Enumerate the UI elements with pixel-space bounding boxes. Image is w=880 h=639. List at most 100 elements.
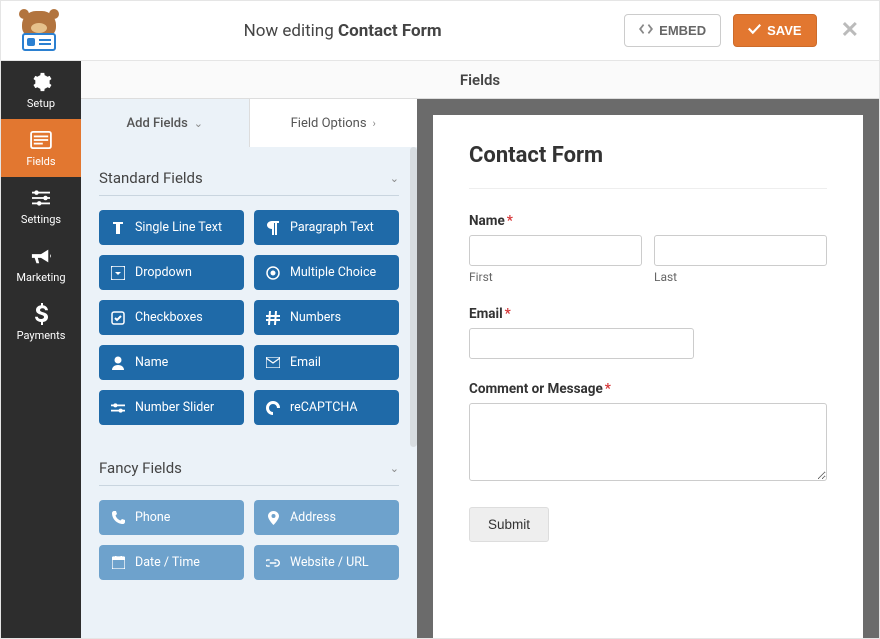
field-date-time[interactable]: Date / Time (99, 545, 244, 580)
editing-title: Now editing Contact Form (73, 21, 612, 41)
last-sublabel: Last (654, 270, 827, 284)
field-label: Number Slider (135, 400, 214, 415)
content-title: Fields (81, 61, 879, 99)
field-numbers[interactable]: Numbers (254, 300, 399, 335)
section-fancy-fields[interactable]: Fancy Fields ⌄ (99, 451, 399, 486)
sidebar-item-setup[interactable]: Setup (1, 61, 81, 119)
email-input[interactable] (469, 328, 694, 359)
field-label: Dropdown (135, 265, 192, 280)
standard-fields-grid: Single Line Text Paragraph Text Dropdown… (99, 210, 399, 425)
field-phone[interactable]: Phone (99, 500, 244, 535)
message-label: Comment or Message* (469, 381, 827, 397)
field-label: Paragraph Text (290, 220, 374, 235)
section-title: Fancy Fields (99, 459, 182, 477)
first-sublabel: First (469, 270, 642, 284)
scrollbar[interactable] (410, 147, 417, 447)
field-label: Date / Time (135, 555, 200, 570)
last-name-input[interactable] (654, 235, 827, 266)
field-name[interactable]: Name (99, 345, 244, 380)
chevron-down-icon: ⌄ (390, 172, 399, 185)
dollar-icon (30, 303, 52, 325)
bullhorn-icon (30, 245, 52, 267)
dropdown-icon (111, 266, 125, 280)
sidebar-item-label: Fields (26, 155, 55, 168)
required-mark: * (507, 213, 513, 229)
field-name-row[interactable]: Name* First Last (469, 213, 827, 284)
field-message-row[interactable]: Comment or Message* (469, 381, 827, 485)
sidebar-item-settings[interactable]: Settings (1, 177, 81, 235)
first-name-input[interactable] (469, 235, 642, 266)
field-paragraph-text[interactable]: Paragraph Text (254, 210, 399, 245)
embed-label: EMBED (659, 23, 706, 38)
field-dropdown[interactable]: Dropdown (99, 255, 244, 290)
section-title: Standard Fields (99, 169, 203, 187)
field-website-url[interactable]: Website / URL (254, 545, 399, 580)
section-standard-fields[interactable]: Standard Fields ⌄ (99, 161, 399, 196)
pin-icon (266, 511, 280, 525)
field-label: Multiple Choice (290, 265, 376, 280)
code-icon (639, 23, 653, 38)
form-preview: Contact Form Name* First Last (433, 115, 863, 638)
submit-button[interactable]: Submit (469, 507, 549, 542)
field-label: reCAPTCHA (290, 400, 358, 415)
save-button[interactable]: SAVE (733, 14, 816, 47)
sidebar-item-fields[interactable]: Fields (1, 119, 81, 177)
sidebar-item-label: Marketing (16, 271, 65, 284)
sidebar-item-label: Payments (17, 329, 66, 342)
close-button[interactable]: ✕ (837, 18, 863, 43)
email-label: Email* (469, 306, 827, 322)
main-area: Setup Fields Settings Marketing Payments… (1, 61, 879, 638)
field-single-line-text[interactable]: Single Line Text (99, 210, 244, 245)
editing-prefix: Now editing (244, 21, 338, 41)
sidebar-item-marketing[interactable]: Marketing (1, 235, 81, 293)
sidebar-item-label: Setup (27, 97, 55, 110)
tab-label: Field Options (291, 116, 367, 131)
preview-canvas: Contact Form Name* First Last (417, 99, 879, 638)
phone-icon (111, 511, 125, 525)
name-subfields: First Last (469, 235, 827, 284)
field-checkboxes[interactable]: Checkboxes (99, 300, 244, 335)
required-mark: * (505, 306, 511, 322)
name-label: Name* (469, 213, 827, 229)
field-recaptcha[interactable]: reCAPTCHA (254, 390, 399, 425)
field-email[interactable]: Email (254, 345, 399, 380)
field-address[interactable]: Address (254, 500, 399, 535)
checkbox-icon (111, 311, 125, 325)
content-body: Add Fields ⌄ Field Options › Standard Fi… (81, 99, 879, 638)
field-label: Email (290, 355, 321, 370)
field-number-slider[interactable]: Number Slider (99, 390, 244, 425)
text-icon (111, 221, 125, 235)
chevron-down-icon: ⌄ (390, 462, 399, 475)
chevron-right-icon: › (373, 117, 376, 130)
chevron-down-icon: ⌄ (194, 117, 203, 130)
field-label: Single Line Text (135, 220, 222, 235)
gear-icon (30, 71, 52, 93)
user-icon (111, 356, 125, 370)
app-logo (17, 9, 61, 53)
fancy-fields-grid: Phone Address Date / Time Website / URL (99, 500, 399, 580)
tab-add-fields[interactable]: Add Fields ⌄ (81, 99, 249, 147)
save-label: SAVE (767, 23, 801, 38)
field-label: Website / URL (290, 555, 369, 570)
radio-icon (266, 266, 280, 280)
field-label: Address (290, 510, 336, 525)
field-multiple-choice[interactable]: Multiple Choice (254, 255, 399, 290)
tab-field-options[interactable]: Field Options › (249, 99, 418, 147)
embed-button[interactable]: EMBED (624, 14, 721, 47)
panel-tabs: Add Fields ⌄ Field Options › (81, 99, 417, 147)
recaptcha-icon (266, 401, 280, 415)
sidebar-item-payments[interactable]: Payments (1, 293, 81, 351)
required-mark: * (605, 381, 611, 397)
field-email-row[interactable]: Email* (469, 306, 827, 359)
sidebar-item-label: Settings (21, 213, 61, 226)
field-label: Name (135, 355, 168, 370)
sidebar: Setup Fields Settings Marketing Payments (1, 61, 81, 638)
field-label: Checkboxes (135, 310, 203, 325)
panel-scroll[interactable]: Standard Fields ⌄ Single Line Text Parag… (81, 147, 417, 638)
content-column: Fields Add Fields ⌄ Field Options › (81, 61, 879, 638)
message-textarea[interactable] (469, 403, 827, 481)
fields-panel: Add Fields ⌄ Field Options › Standard Fi… (81, 99, 417, 638)
check-icon (748, 23, 761, 38)
field-label: Numbers (290, 310, 341, 325)
field-label: Phone (135, 510, 170, 525)
